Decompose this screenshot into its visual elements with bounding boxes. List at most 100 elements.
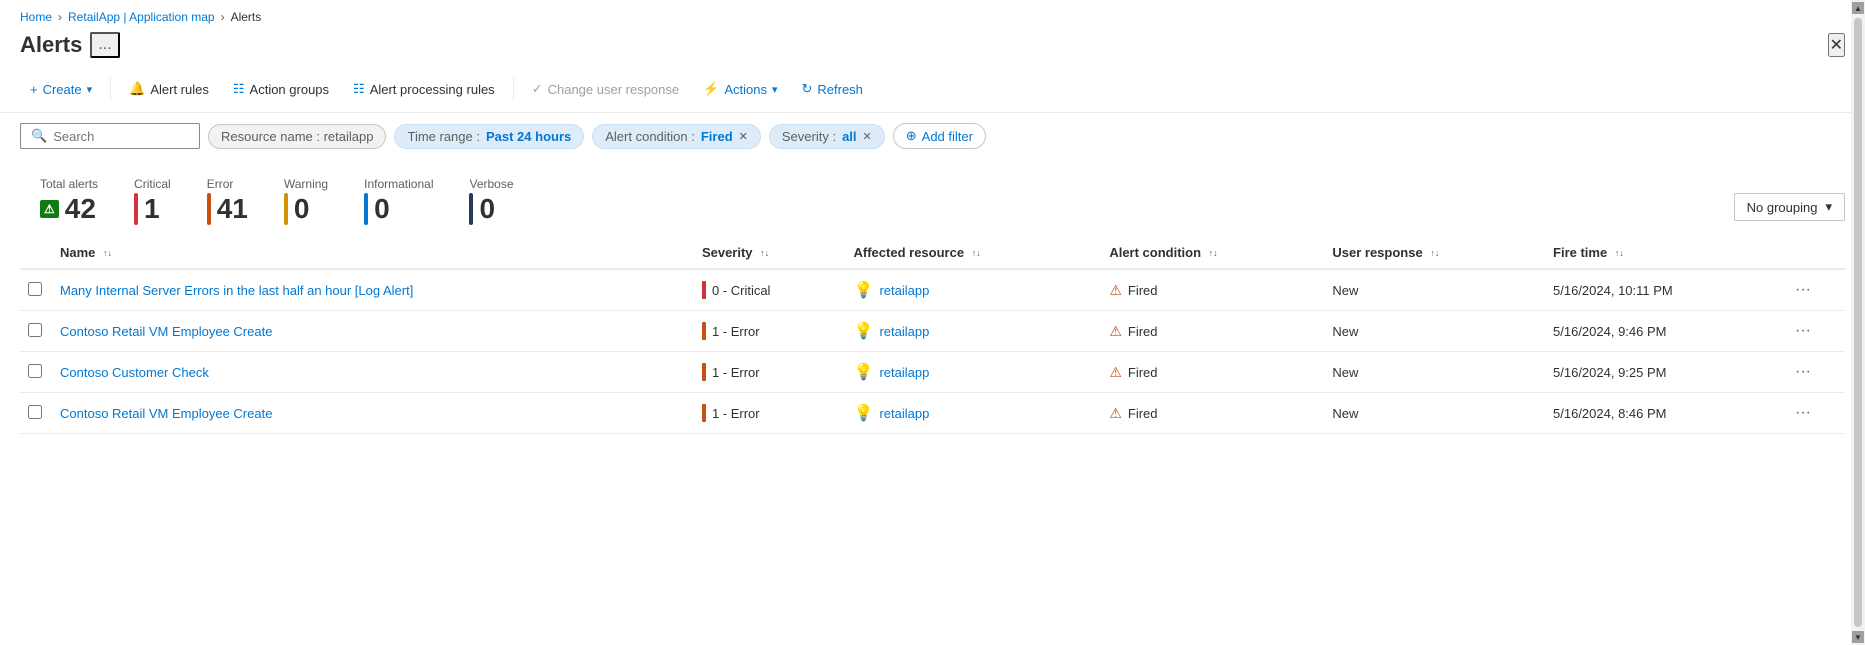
row-more-button[interactable]: ··· (1789, 400, 1817, 425)
th-severity-label: Severity (702, 245, 753, 260)
condition-text: Fired (1128, 283, 1158, 298)
total-alerts-stat: Total alerts ⚠ 42 (40, 177, 98, 225)
th-actions (1781, 237, 1825, 269)
add-filter-button[interactable]: ⊕ Add filter (893, 123, 986, 149)
affected-resource-cell: 💡 retailapp (854, 362, 1094, 382)
th-affected-resource: Affected resource ↑↓ (846, 237, 1102, 269)
refresh-button[interactable]: ↻ Refresh (791, 76, 872, 102)
grouping-chevron-icon: ▾ (1825, 199, 1832, 215)
affected-resource-sort-icon[interactable]: ↑↓ (972, 249, 981, 258)
grouping-label: No grouping (1747, 200, 1818, 215)
create-label: Create (43, 82, 82, 97)
search-box[interactable]: 🔍 (20, 123, 200, 149)
alert-name-link[interactable]: Contoso Retail VM Employee Create (60, 324, 272, 339)
refresh-icon: ↻ (801, 81, 812, 97)
row-more-button[interactable]: ··· (1789, 318, 1817, 343)
grouping-dropdown-button[interactable]: No grouping ▾ (1734, 193, 1845, 221)
table-header-row: Name ↑↓ Severity ↑↓ Affected resource ↑↓… (20, 237, 1845, 269)
fire-time-cell: 5/16/2024, 9:25 PM (1545, 352, 1781, 393)
resource-filter-chip[interactable]: Resource name : retailapp (208, 124, 386, 149)
resource-link[interactable]: retailapp (879, 324, 929, 339)
lightning-icon: ⚡ (703, 81, 719, 97)
severity-filter-chip[interactable]: Severity : all ✕ (769, 124, 885, 149)
row-checkbox[interactable] (28, 323, 42, 337)
actions-button[interactable]: ⚡ Actions ▾ (693, 76, 787, 102)
severity-value: all (842, 129, 856, 144)
th-scroll (1825, 237, 1845, 269)
resource-icon: 💡 (854, 403, 874, 423)
user-response-cell: New (1324, 311, 1545, 352)
warning-label: Warning (284, 177, 328, 191)
alerts-table: Name ↑↓ Severity ↑↓ Affected resource ↑↓… (20, 237, 1845, 434)
scroll-up-button[interactable]: ▲ (1852, 2, 1864, 14)
resource-link[interactable]: retailapp (879, 406, 929, 421)
th-fire-time-label: Fire time (1553, 245, 1607, 260)
create-button[interactable]: + Create ▾ (20, 77, 102, 102)
page-title: Alerts (20, 32, 82, 58)
breadcrumb-app[interactable]: RetailApp | Application map (68, 10, 215, 24)
add-filter-label: Add filter (922, 129, 973, 144)
checkmark-icon: ✓ (532, 81, 543, 97)
table-row: Contoso Retail VM Employee Create1 - Err… (20, 393, 1845, 434)
alert-condition-close-icon[interactable]: ✕ (739, 130, 748, 143)
resource-icon: 💡 (854, 321, 874, 341)
toolbar: + Create ▾ 🔔 Alert rules ☷ Action groups… (0, 70, 1865, 113)
alert-processing-rules-button[interactable]: ☷ Alert processing rules (343, 76, 505, 102)
affected-resource-cell: 💡 retailapp (854, 321, 1094, 341)
severity-label: Severity : (782, 129, 836, 144)
warning-triangle-icon: ⚠ (1109, 405, 1122, 422)
critical-label: Critical (134, 177, 171, 191)
breadcrumb-home[interactable]: Home (20, 10, 52, 24)
user-response-sort-icon[interactable]: ↑↓ (1430, 249, 1439, 258)
alerts-table-container: Name ↑↓ Severity ↑↓ Affected resource ↑↓… (0, 237, 1865, 434)
action-groups-button[interactable]: ☷ Action groups (223, 76, 339, 102)
row-checkbox[interactable] (28, 405, 42, 419)
change-user-response-button[interactable]: ✓ Change user response (522, 76, 689, 102)
scroll-down-button[interactable]: ▼ (1852, 631, 1864, 643)
row-checkbox[interactable] (28, 282, 42, 296)
header-ellipsis-button[interactable]: ... (90, 32, 119, 58)
severity-close-icon[interactable]: ✕ (863, 130, 872, 143)
table-row: Many Internal Server Errors in the last … (20, 269, 1845, 311)
severity-bar (702, 404, 706, 422)
critical-stat: Critical 1 (134, 177, 171, 225)
user-response-cell: New (1324, 393, 1545, 434)
add-filter-icon: ⊕ (906, 128, 917, 144)
alert-condition-sort-icon[interactable]: ↑↓ (1209, 249, 1218, 258)
scrollbar[interactable]: ▲ ▼ (1851, 0, 1865, 645)
verbose-label: Verbose (469, 177, 513, 191)
name-sort-icon[interactable]: ↑↓ (103, 249, 112, 258)
total-alerts-value: 42 (65, 193, 96, 225)
alert-rules-button[interactable]: 🔔 Alert rules (119, 76, 219, 102)
resource-link[interactable]: retailapp (879, 283, 929, 298)
severity-sort-icon[interactable]: ↑↓ (760, 249, 769, 258)
time-range-filter-chip[interactable]: Time range : Past 24 hours (394, 124, 584, 149)
close-button[interactable]: ✕ (1828, 33, 1845, 57)
th-user-response: User response ↑↓ (1324, 237, 1545, 269)
condition-cell: ⚠Fired (1109, 405, 1316, 422)
fire-time-cell: 5/16/2024, 9:46 PM (1545, 311, 1781, 352)
grouping-dropdown: No grouping ▾ (1734, 193, 1845, 221)
error-bar (207, 193, 211, 225)
severity-text: 1 - Error (712, 324, 760, 339)
row-more-button[interactable]: ··· (1789, 359, 1817, 384)
resource-link[interactable]: retailapp (879, 365, 929, 380)
row-checkbox[interactable] (28, 364, 42, 378)
search-icon: 🔍 (31, 128, 47, 144)
processing-rules-icon: ☷ (353, 81, 365, 97)
total-alerts-label: Total alerts (40, 177, 98, 191)
alert-rules-label: Alert rules (150, 82, 209, 97)
fire-time-cell: 5/16/2024, 10:11 PM (1545, 269, 1781, 311)
plus-icon: + (30, 82, 38, 97)
row-more-button[interactable]: ··· (1789, 277, 1817, 302)
search-input[interactable] (53, 129, 189, 144)
alert-name-link[interactable]: Contoso Customer Check (60, 365, 209, 380)
alert-name-link[interactable]: Many Internal Server Errors in the last … (60, 283, 413, 298)
scroll-thumb[interactable] (1854, 18, 1862, 627)
fire-time-sort-icon[interactable]: ↑↓ (1615, 249, 1624, 258)
alert-name-link[interactable]: Contoso Retail VM Employee Create (60, 406, 272, 421)
alert-condition-filter-chip[interactable]: Alert condition : Fired ✕ (592, 124, 761, 149)
alert-processing-rules-label: Alert processing rules (370, 82, 495, 97)
th-alert-condition-label: Alert condition (1109, 245, 1201, 260)
resource-icon: 💡 (854, 362, 874, 382)
